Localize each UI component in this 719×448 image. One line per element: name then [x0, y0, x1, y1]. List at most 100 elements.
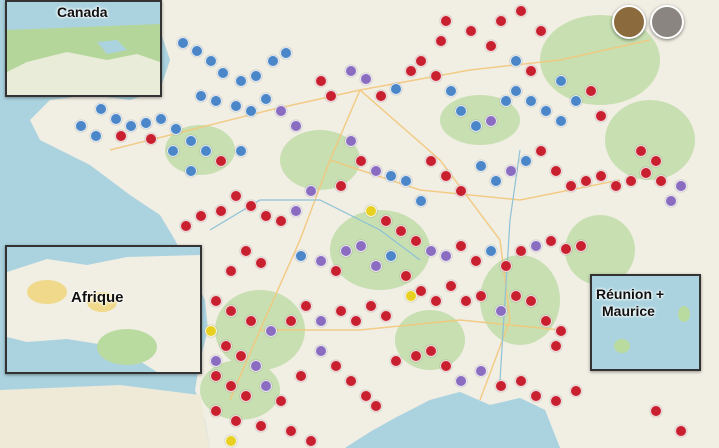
location-marker[interactable] — [375, 90, 387, 102]
location-marker[interactable] — [650, 405, 662, 417]
location-marker[interactable] — [210, 405, 222, 417]
location-marker[interactable] — [225, 380, 237, 392]
location-marker[interactable] — [570, 95, 582, 107]
location-marker[interactable] — [200, 145, 212, 157]
location-marker[interactable] — [260, 93, 272, 105]
location-marker[interactable] — [415, 55, 427, 67]
location-marker[interactable] — [535, 145, 547, 157]
location-marker[interactable] — [370, 400, 382, 412]
location-marker[interactable] — [540, 105, 552, 117]
location-marker[interactable] — [380, 310, 392, 322]
location-marker[interactable] — [245, 105, 257, 117]
location-marker[interactable] — [490, 175, 502, 187]
location-marker[interactable] — [665, 195, 677, 207]
location-marker[interactable] — [185, 135, 197, 147]
location-marker[interactable] — [440, 360, 452, 372]
location-marker[interactable] — [295, 370, 307, 382]
location-marker[interactable] — [185, 165, 197, 177]
location-marker[interactable] — [145, 133, 157, 145]
location-marker[interactable] — [215, 205, 227, 217]
location-marker[interactable] — [525, 295, 537, 307]
location-marker[interactable] — [365, 300, 377, 312]
map-style-thumbnail-gray[interactable] — [650, 5, 684, 39]
location-marker[interactable] — [195, 90, 207, 102]
location-marker[interactable] — [220, 340, 232, 352]
location-marker[interactable] — [530, 390, 542, 402]
location-marker[interactable] — [267, 55, 279, 67]
location-marker[interactable] — [430, 295, 442, 307]
location-marker[interactable] — [470, 120, 482, 132]
location-marker[interactable] — [460, 295, 472, 307]
location-marker[interactable] — [555, 75, 567, 87]
location-marker[interactable] — [455, 375, 467, 387]
location-marker[interactable] — [370, 165, 382, 177]
location-marker[interactable] — [235, 75, 247, 87]
location-marker[interactable] — [500, 95, 512, 107]
location-marker[interactable] — [235, 350, 247, 362]
location-marker[interactable] — [235, 145, 247, 157]
location-marker[interactable] — [245, 200, 257, 212]
location-marker[interactable] — [535, 25, 547, 37]
location-marker[interactable] — [265, 325, 277, 337]
location-marker[interactable] — [217, 67, 229, 79]
location-marker[interactable] — [191, 45, 203, 57]
location-marker[interactable] — [595, 170, 607, 182]
location-marker[interactable] — [345, 375, 357, 387]
location-marker[interactable] — [170, 123, 182, 135]
location-marker[interactable] — [425, 155, 437, 167]
location-marker[interactable] — [655, 175, 667, 187]
location-marker[interactable] — [240, 245, 252, 257]
location-marker[interactable] — [400, 270, 412, 282]
location-marker[interactable] — [580, 175, 592, 187]
location-marker[interactable] — [555, 115, 567, 127]
location-marker[interactable] — [95, 103, 107, 115]
inset-reunion[interactable]: Réunion + Maurice — [590, 274, 701, 371]
location-marker[interactable] — [275, 395, 287, 407]
location-marker[interactable] — [415, 195, 427, 207]
location-marker[interactable] — [525, 95, 537, 107]
location-marker[interactable] — [560, 243, 572, 255]
location-marker[interactable] — [255, 257, 267, 269]
location-marker[interactable] — [485, 245, 497, 257]
location-marker[interactable] — [360, 390, 372, 402]
location-marker[interactable] — [455, 240, 467, 252]
location-marker[interactable] — [335, 305, 347, 317]
location-marker[interactable] — [360, 73, 372, 85]
location-marker[interactable] — [510, 85, 522, 97]
location-marker[interactable] — [210, 370, 222, 382]
location-marker[interactable] — [445, 85, 457, 97]
map-style-thumbnail-brown[interactable] — [612, 5, 646, 39]
location-marker[interactable] — [550, 165, 562, 177]
location-marker[interactable] — [140, 117, 152, 129]
location-marker[interactable] — [365, 205, 377, 217]
location-marker[interactable] — [250, 70, 262, 82]
location-marker[interactable] — [280, 47, 292, 59]
location-marker[interactable] — [510, 290, 522, 302]
location-marker[interactable] — [510, 55, 522, 67]
location-marker[interactable] — [250, 360, 262, 372]
location-marker[interactable] — [380, 215, 392, 227]
location-marker[interactable] — [440, 15, 452, 27]
location-marker[interactable] — [405, 65, 417, 77]
location-marker[interactable] — [180, 220, 192, 232]
location-marker[interactable] — [245, 315, 257, 327]
location-marker[interactable] — [290, 120, 302, 132]
location-marker[interactable] — [345, 135, 357, 147]
location-marker[interactable] — [475, 365, 487, 377]
location-marker[interactable] — [570, 385, 582, 397]
location-marker[interactable] — [225, 435, 237, 447]
location-marker[interactable] — [545, 235, 557, 247]
location-marker[interactable] — [410, 235, 422, 247]
location-marker[interactable] — [675, 425, 687, 437]
location-marker[interactable] — [405, 290, 417, 302]
location-marker[interactable] — [195, 210, 207, 222]
location-marker[interactable] — [505, 165, 517, 177]
map-view[interactable]: Canada Afrique Réunion + Maurice — [0, 0, 719, 448]
location-marker[interactable] — [325, 90, 337, 102]
location-marker[interactable] — [115, 130, 127, 142]
location-marker[interactable] — [225, 305, 237, 317]
location-marker[interactable] — [520, 155, 532, 167]
location-marker[interactable] — [125, 120, 137, 132]
location-marker[interactable] — [525, 65, 537, 77]
location-marker[interactable] — [500, 260, 512, 272]
